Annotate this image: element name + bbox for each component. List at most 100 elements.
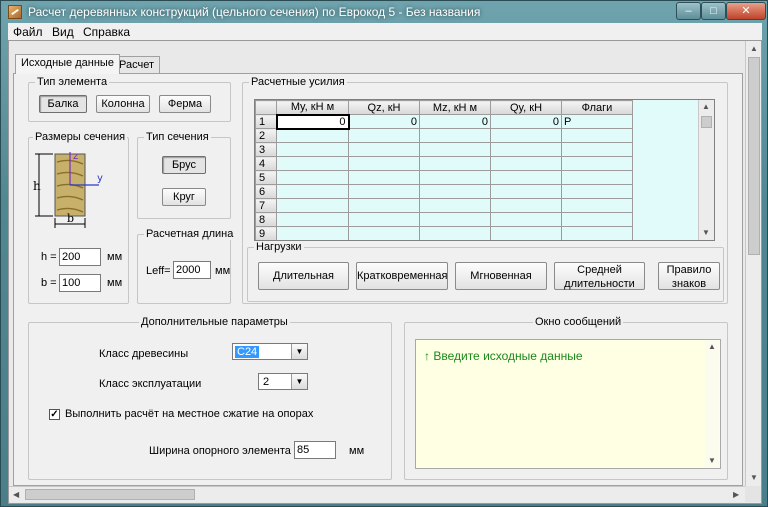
grid-cell[interactable] xyxy=(561,226,633,240)
rectangular-section-button[interactable]: Брус xyxy=(162,156,206,174)
leff-unit: мм xyxy=(215,265,231,277)
message-scrollbar[interactable]: ▲ ▼ xyxy=(705,340,719,468)
grid-cell[interactable] xyxy=(490,212,562,227)
size-grip[interactable] xyxy=(745,486,761,502)
grid-cell[interactable] xyxy=(419,170,491,185)
grid-cell[interactable] xyxy=(490,128,562,143)
leff-input[interactable] xyxy=(173,261,211,279)
minimize-button[interactable]: – xyxy=(676,2,701,20)
long-term-load-button[interactable]: Длительная xyxy=(258,262,349,290)
truss-button[interactable]: Ферма xyxy=(159,95,211,113)
scroll-thumb[interactable] xyxy=(25,489,195,500)
wood-class-select[interactable]: C24 ▼ xyxy=(232,343,308,360)
scroll-thumb[interactable] xyxy=(748,57,760,255)
scroll-up-icon[interactable]: ▲ xyxy=(750,44,758,53)
grid-cell[interactable] xyxy=(419,184,491,199)
grid-cell[interactable] xyxy=(490,226,562,240)
grid-cell[interactable] xyxy=(419,142,491,157)
grid-cell[interactable] xyxy=(490,142,562,157)
sign-convention-button[interactable]: Правило знаков xyxy=(658,262,720,290)
grid-cell[interactable] xyxy=(276,184,349,199)
menu-file[interactable]: Файл xyxy=(13,25,43,39)
grid-cell[interactable] xyxy=(490,170,562,185)
grid-cell[interactable] xyxy=(561,184,633,199)
grid-cell[interactable]: P xyxy=(561,114,633,129)
forces-table: My, кН м Qz, кН Mz, кН м Qy, кН Флаги 1 … xyxy=(255,100,633,240)
forces-grid[interactable]: My, кН м Qz, кН Mz, кН м Qy, кН Флаги 1 … xyxy=(254,99,715,241)
grid-cell[interactable] xyxy=(276,198,349,213)
grid-cell[interactable]: 0 xyxy=(419,114,491,129)
service-class-select[interactable]: 2 ▼ xyxy=(258,373,308,390)
design-length-group: Расчетная длина Leff= мм xyxy=(137,228,236,304)
grid-cell[interactable] xyxy=(348,128,420,143)
client-area: Исходные данные Расчет Тип элемента Балк… xyxy=(8,40,762,504)
short-term-load-button[interactable]: Кратковременная xyxy=(356,262,448,290)
scroll-down-icon[interactable]: ▼ xyxy=(750,473,758,482)
tab-calculation[interactable]: Расчет xyxy=(113,56,160,74)
grid-cell[interactable] xyxy=(561,156,633,171)
service-class-value: 2 xyxy=(263,376,270,388)
menu-view[interactable]: Вид xyxy=(52,25,74,39)
beam-button[interactable]: Балка xyxy=(39,95,87,113)
support-width-input[interactable] xyxy=(294,441,336,459)
scroll-left-icon[interactable]: ◀ xyxy=(13,490,19,499)
grid-cell[interactable]: 0 xyxy=(348,114,420,129)
grid-cell[interactable] xyxy=(348,184,420,199)
grid-cell[interactable] xyxy=(419,226,491,240)
scroll-down-icon[interactable]: ▼ xyxy=(708,456,716,465)
z-axis-label: z xyxy=(73,151,78,162)
scroll-up-icon[interactable]: ▲ xyxy=(702,102,710,111)
grid-cell[interactable]: 0 xyxy=(275,113,350,130)
grid-cell[interactable] xyxy=(348,198,420,213)
scroll-up-icon[interactable]: ▲ xyxy=(708,342,716,351)
maximize-button[interactable]: □ xyxy=(701,2,726,20)
chevron-down-icon[interactable]: ▼ xyxy=(291,344,307,359)
grid-cell[interactable] xyxy=(561,170,633,185)
grid-cell[interactable] xyxy=(348,212,420,227)
y-axis-label: y xyxy=(97,173,103,184)
grid-cell[interactable] xyxy=(419,128,491,143)
scroll-down-icon[interactable]: ▼ xyxy=(702,228,710,237)
grid-cell[interactable] xyxy=(419,198,491,213)
instant-load-button[interactable]: Мгновенная xyxy=(455,262,547,290)
grid-cell[interactable] xyxy=(348,156,420,171)
chevron-down-icon[interactable]: ▼ xyxy=(291,374,307,389)
grid-vertical-scrollbar[interactable]: ▲ ▼ xyxy=(698,100,714,240)
medium-term-load-button[interactable]: Средней длительности xyxy=(554,262,645,290)
grid-cell[interactable] xyxy=(490,184,562,199)
column-button[interactable]: Колонна xyxy=(96,95,150,113)
main-window: Расчет деревянных конструкций (цельного … xyxy=(0,0,768,507)
grid-cell[interactable] xyxy=(276,128,349,143)
round-section-button[interactable]: Круг xyxy=(162,188,206,206)
grid-cell[interactable] xyxy=(490,198,562,213)
grid-cell[interactable]: 0 xyxy=(490,114,562,129)
b-input[interactable] xyxy=(59,274,101,292)
grid-cell[interactable] xyxy=(348,142,420,157)
grid-cell[interactable] xyxy=(348,226,420,240)
grid-cell[interactable] xyxy=(276,170,349,185)
grid-cell[interactable] xyxy=(561,142,633,157)
title-bar[interactable]: Расчет деревянных конструкций (цельного … xyxy=(1,1,768,23)
h-input[interactable] xyxy=(59,248,101,266)
grid-cell[interactable] xyxy=(490,156,562,171)
grid-cell[interactable] xyxy=(561,198,633,213)
grid-cell[interactable] xyxy=(348,170,420,185)
grid-cell[interactable] xyxy=(419,156,491,171)
scroll-right-icon[interactable]: ▶ xyxy=(733,490,739,499)
grid-cell[interactable] xyxy=(276,212,349,227)
scroll-thumb[interactable] xyxy=(701,116,712,128)
grid-cell[interactable] xyxy=(561,212,633,227)
main-vertical-scrollbar[interactable]: ▲ ▼ xyxy=(745,41,761,486)
grid-cell[interactable] xyxy=(419,212,491,227)
main-horizontal-scrollbar[interactable]: ◀ ▶ xyxy=(9,486,745,502)
grid-cell[interactable] xyxy=(276,156,349,171)
close-button[interactable]: ✕ xyxy=(726,2,766,20)
grid-cell[interactable] xyxy=(276,142,349,157)
grid-cell[interactable] xyxy=(276,226,349,240)
menu-help[interactable]: Справка xyxy=(83,25,130,39)
local-compression-checkbox[interactable]: ✓ xyxy=(49,409,60,420)
grid-cell[interactable] xyxy=(561,128,633,143)
local-compression-label[interactable]: Выполнить расчёт на местное сжатие на оп… xyxy=(65,408,313,420)
tab-input-data[interactable]: Исходные данные xyxy=(15,54,120,74)
message-window-legend: Окно сообщений xyxy=(533,316,624,328)
